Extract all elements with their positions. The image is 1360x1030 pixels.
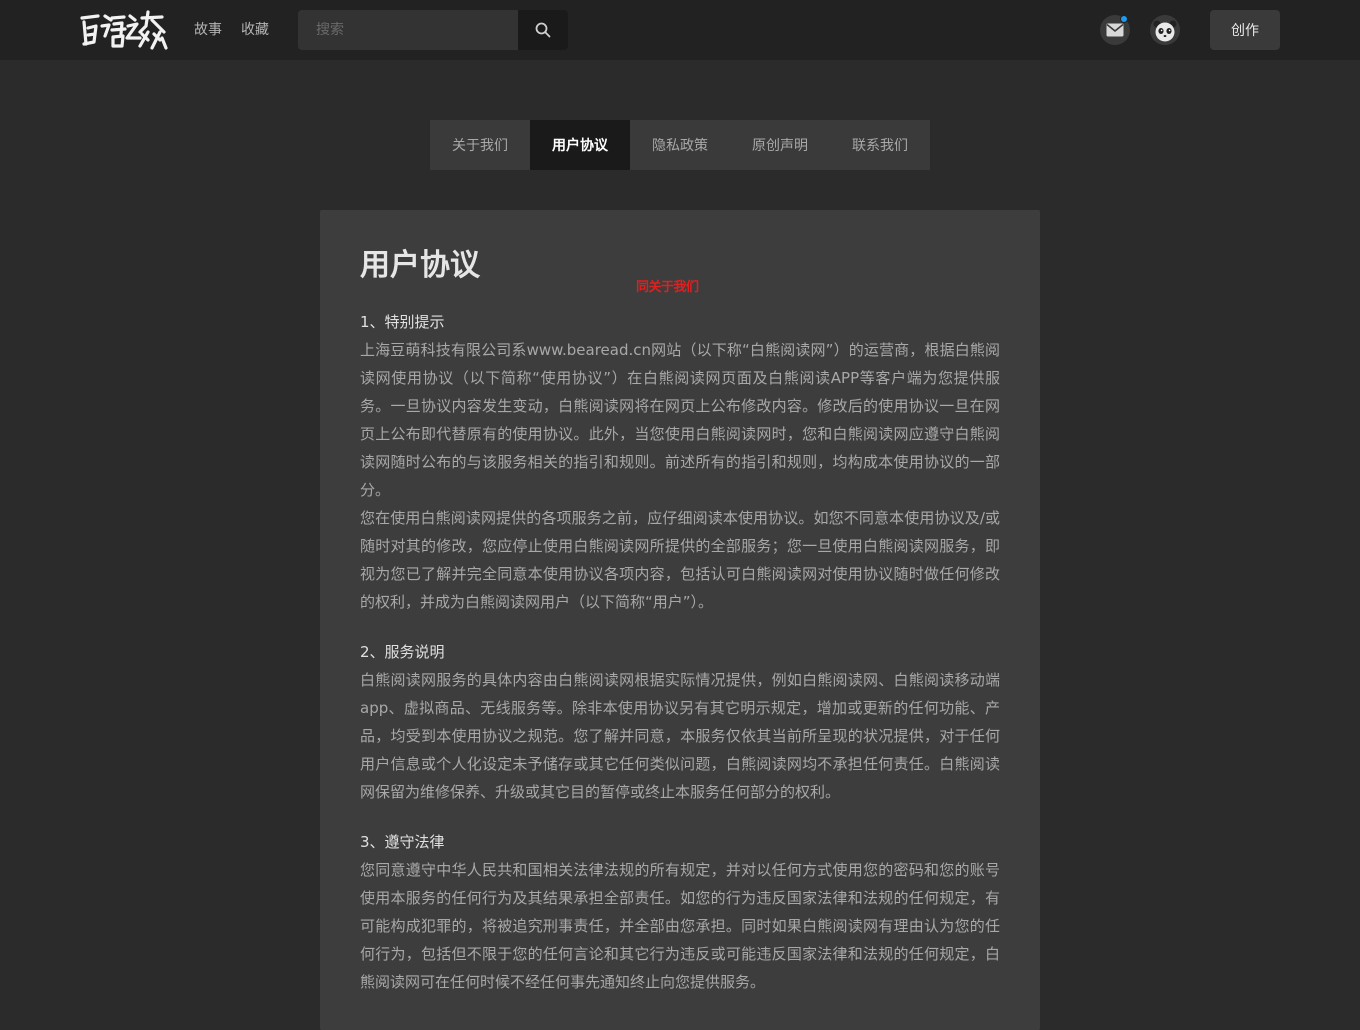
annotation-note: 同关于我们: [636, 280, 699, 295]
section-paragraph: 您在使用白熊阅读网提供的各项服务之前，应仔细阅读本使用协议。如您不同意本使用协议…: [360, 509, 1000, 611]
section-legal-compliance: 3、遵守法律 您同意遵守中华人民共和国相关法律法规的所有规定，并对以任何方式使用…: [360, 828, 1000, 996]
section-heading: 1、特别提示: [360, 313, 445, 331]
nav-story[interactable]: 故事: [194, 20, 222, 40]
search-input[interactable]: [298, 10, 518, 50]
notification-badge: [1120, 15, 1128, 23]
user-avatar[interactable]: [1150, 15, 1180, 45]
section-heading: 3、遵守法律: [360, 833, 445, 851]
section-paragraph: 上海豆萌科技有限公司系www.bearead.cn网站（以下称“白熊阅读网”）的…: [360, 341, 1000, 499]
site-logo[interactable]: [78, 8, 168, 52]
info-tabs: 关于我们 用户协议 隐私政策 原创声明 联系我们: [430, 120, 930, 170]
search-button[interactable]: [518, 10, 568, 50]
create-button[interactable]: 创作: [1210, 10, 1280, 50]
top-navigation-bar: 故事 收藏 创作: [0, 0, 1360, 60]
nav-favorites[interactable]: 收藏: [241, 20, 269, 40]
section-paragraph: 白熊阅读网服务的具体内容由白熊阅读网根据实际情况提供，例如白熊阅读网、白熊阅读移…: [360, 671, 1000, 801]
tab-privacy-policy[interactable]: 隐私政策: [630, 120, 730, 170]
tab-contact-us[interactable]: 联系我们: [830, 120, 930, 170]
section-paragraph: 您同意遵守中华人民共和国相关法律法规的所有规定，并对以任何方式使用您的密码和您的…: [360, 861, 1000, 991]
tab-about-us[interactable]: 关于我们: [430, 120, 530, 170]
mail-icon: [1106, 23, 1124, 37]
messages-button[interactable]: [1100, 15, 1130, 45]
section-special-notice: 1、特别提示 上海豆萌科技有限公司系www.bearead.cn网站（以下称“白…: [360, 308, 1000, 616]
bear-avatar-icon: [1150, 15, 1180, 45]
search-icon: [535, 22, 551, 38]
agreement-card: 用户协议 同关于我们 1、特别提示 上海豆萌科技有限公司系www.bearead…: [320, 210, 1040, 1030]
section-service-description: 2、服务说明 白熊阅读网服务的具体内容由白熊阅读网根据实际情况提供，例如白熊阅读…: [360, 638, 1000, 806]
tab-originality-statement[interactable]: 原创声明: [730, 120, 830, 170]
search-bar: [298, 10, 568, 50]
section-heading: 2、服务说明: [360, 643, 445, 661]
tab-user-agreement[interactable]: 用户协议: [530, 120, 630, 170]
